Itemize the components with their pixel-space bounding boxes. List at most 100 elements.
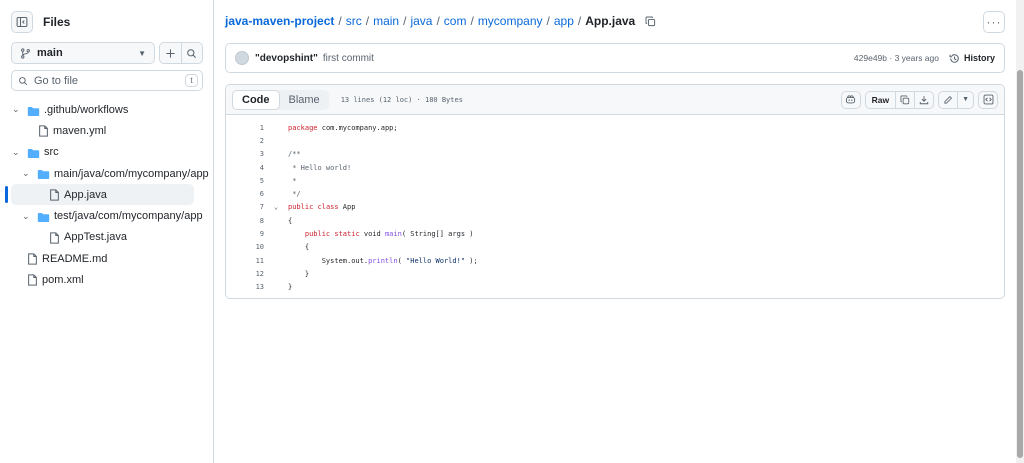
branch-row: main ▼ xyxy=(11,42,203,64)
code-token: ( String[] args ) xyxy=(401,230,474,239)
tab-blame[interactable]: Blame xyxy=(280,90,329,110)
tree-file[interactable]: AppTest.java xyxy=(0,227,214,248)
tree-folder[interactable]: ⌄ test/java/com/mycompany/app xyxy=(0,205,214,226)
file-toolbar: Raw ▼ xyxy=(840,90,998,109)
more-options-button[interactable]: ··· xyxy=(983,11,1005,33)
line-number[interactable]: 4 xyxy=(226,164,264,172)
copy-path-button[interactable] xyxy=(645,16,656,27)
line-number[interactable]: 8 xyxy=(226,217,264,225)
code-token: { xyxy=(288,243,310,252)
pencil-icon xyxy=(944,95,953,104)
line-number[interactable]: 2 xyxy=(226,137,264,145)
raw-button[interactable]: Raw xyxy=(866,92,895,108)
scrollbar-thumb[interactable] xyxy=(1017,70,1023,458)
tree-item-label: AppTest.java xyxy=(64,231,127,244)
tree-file[interactable]: App.java xyxy=(0,184,214,206)
breadcrumb-segment[interactable]: com xyxy=(444,14,467,28)
code-token: { xyxy=(288,216,293,225)
page-scrollbar[interactable] xyxy=(1016,0,1024,463)
collapse-sidebar-button[interactable] xyxy=(11,11,33,33)
breadcrumb-separator: / xyxy=(546,14,550,28)
breadcrumb-separator: / xyxy=(403,14,407,28)
line-number[interactable]: 12 xyxy=(226,270,264,278)
kebab-horizontal-icon: ··· xyxy=(986,15,1002,29)
latest-commit-bar: "devopshint" first commit 429e49b · 3 ye… xyxy=(225,43,1005,73)
tree-file[interactable]: README.md xyxy=(0,248,214,269)
code-line: 6 */ xyxy=(226,187,1004,200)
avatar[interactable] xyxy=(235,51,249,65)
breadcrumb-segment[interactable]: java xyxy=(410,14,432,28)
line-content: { xyxy=(288,217,292,225)
line-number[interactable]: 13 xyxy=(226,283,264,291)
search-icon xyxy=(187,48,197,58)
breadcrumb-segment[interactable]: main xyxy=(373,14,399,28)
file-icon xyxy=(27,252,41,266)
copy-raw-button[interactable] xyxy=(895,91,914,108)
copilot-button[interactable] xyxy=(840,90,861,109)
file-icon xyxy=(49,231,63,245)
breadcrumb-segment[interactable]: mycompany xyxy=(478,14,543,28)
fold-chevron-icon[interactable]: ⌄ xyxy=(264,203,288,211)
go-to-file-placeholder: Go to file xyxy=(34,74,79,87)
line-number[interactable]: 9 xyxy=(226,230,264,238)
selection-indicator xyxy=(5,186,8,204)
tab-code[interactable]: Code xyxy=(232,89,280,110)
file-meta: 13 lines (12 loc) · 180 Bytes xyxy=(340,95,463,104)
search-files-button[interactable] xyxy=(180,43,203,63)
breadcrumb-repo[interactable]: java-maven-project xyxy=(225,14,334,28)
line-number[interactable]: 3 xyxy=(226,150,264,158)
breadcrumb-current-file: App.java xyxy=(585,14,636,28)
tree-folder[interactable]: ⌄ .github/workflows xyxy=(0,99,214,120)
sidebar-actions xyxy=(159,42,203,64)
file-icon xyxy=(49,188,63,202)
tree-file[interactable]: maven.yml xyxy=(0,120,214,141)
folder-icon xyxy=(37,210,51,224)
edit-file-button[interactable] xyxy=(939,92,957,108)
line-content: * Hello world! xyxy=(288,164,351,172)
breadcrumb-segment[interactable]: src xyxy=(346,14,362,28)
code-line: 10 { xyxy=(226,241,1004,254)
commit-author[interactable]: "devopshint" xyxy=(255,53,318,64)
history-label: History xyxy=(963,53,995,63)
tree-item-label: .github/workflows xyxy=(44,103,129,116)
code-token: void xyxy=(359,230,385,239)
line-number[interactable]: 7 xyxy=(226,203,264,211)
commit-sha-time[interactable]: 429e49b · 3 years ago xyxy=(854,53,939,63)
code-token: "Hello World!" xyxy=(406,256,466,265)
shortcut-key: t xyxy=(185,74,198,87)
branch-selector[interactable]: main ▼ xyxy=(11,42,155,64)
chevron-down-icon[interactable]: ⌄ xyxy=(22,211,32,222)
history-button[interactable]: History xyxy=(949,53,995,64)
line-number[interactable]: 6 xyxy=(226,190,264,198)
chevron-down-icon[interactable]: ⌄ xyxy=(22,168,32,179)
code-token: ); xyxy=(465,256,478,265)
tree-folder[interactable]: ⌄ src xyxy=(0,142,214,163)
download-button[interactable] xyxy=(914,91,933,108)
go-to-file-input[interactable]: Go to file t xyxy=(11,70,203,91)
symbols-panel-button[interactable] xyxy=(978,90,998,109)
breadcrumb-separator: / xyxy=(365,14,370,28)
code-token: static xyxy=(334,230,360,239)
code-view: 1 package com.mycompany.app; 2 3 /** 4 * Hell… xyxy=(226,121,1004,294)
code-token: println xyxy=(368,256,398,265)
file-header: Code Blame 13 lines (12 loc) · 180 Bytes… xyxy=(226,85,1004,115)
commit-message[interactable]: first commit xyxy=(323,53,374,64)
line-number[interactable]: 5 xyxy=(226,177,264,185)
tree-file[interactable]: pom.xml xyxy=(0,269,214,290)
line-number[interactable]: 11 xyxy=(226,257,264,265)
line-number[interactable]: 1 xyxy=(226,124,264,132)
view-mode-tabs: Code Blame xyxy=(232,89,329,110)
code-line: 5 * xyxy=(226,174,1004,187)
line-content: } xyxy=(288,270,309,278)
tree-folder[interactable]: ⌄ main/java/com/mycompany/app xyxy=(0,163,214,184)
line-content: public static void main( String[] args ) xyxy=(288,230,474,239)
code-line: 13} xyxy=(226,281,1004,294)
code-token: ( xyxy=(397,256,407,265)
add-file-button[interactable] xyxy=(160,43,181,63)
chevron-down-icon[interactable]: ⌄ xyxy=(12,104,22,115)
breadcrumb: java-maven-project / src / main / java / com / myc… xyxy=(225,14,656,28)
chevron-down-icon[interactable]: ⌄ xyxy=(12,147,22,158)
breadcrumb-segment[interactable]: app xyxy=(554,14,574,28)
line-number[interactable]: 10 xyxy=(226,243,264,251)
edit-options-button[interactable]: ▼ xyxy=(957,91,973,108)
